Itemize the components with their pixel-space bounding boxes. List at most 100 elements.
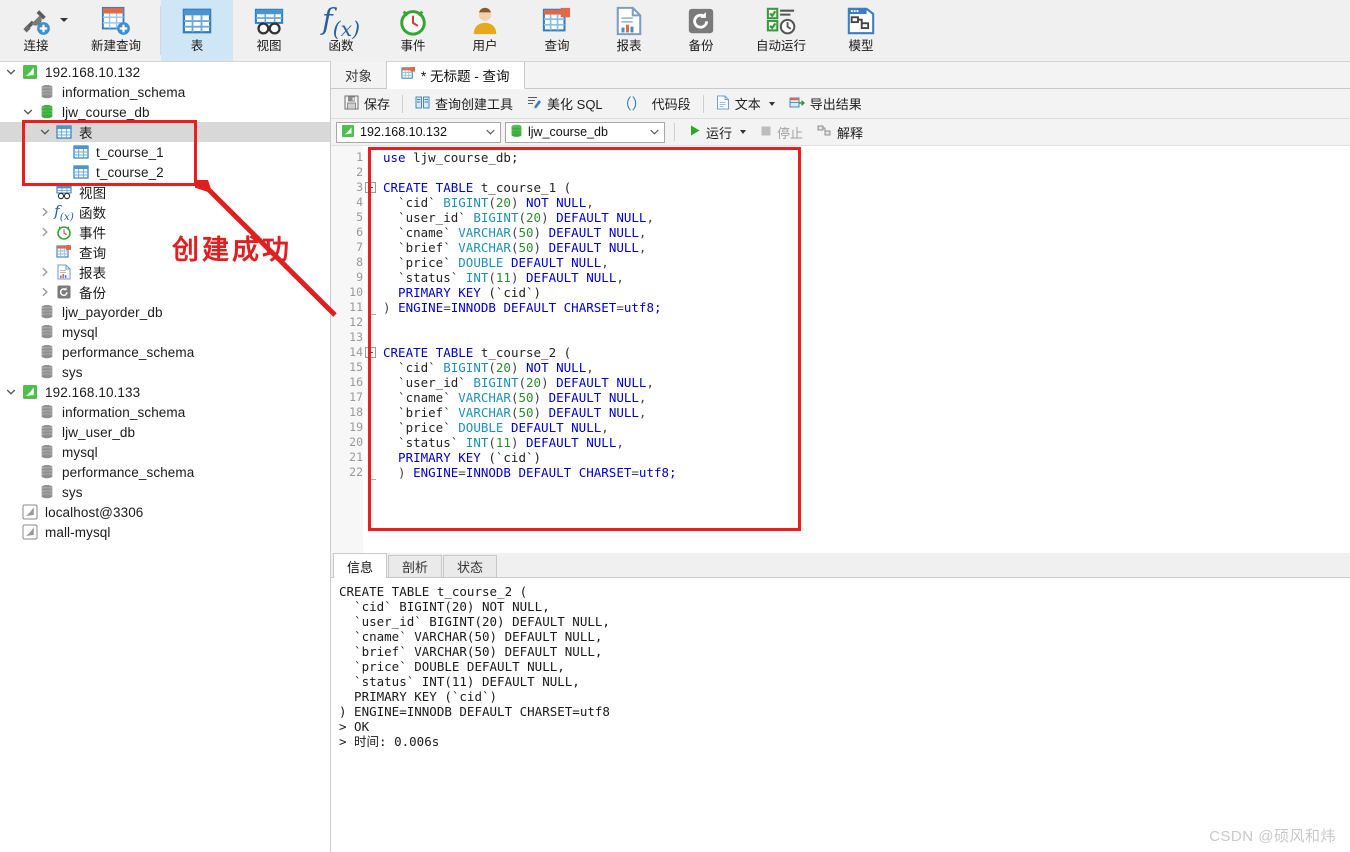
chevron-down-icon[interactable] (2, 62, 20, 82)
ribbon-button-connection-plug[interactable]: 连接 (0, 0, 72, 61)
tree-node-[interactable]: 事件 (0, 222, 330, 242)
tree-node-ljw_payorder_db[interactable]: ljw_payorder_db (0, 302, 330, 322)
ribbon-button-table[interactable]: 表 (161, 0, 233, 61)
sql-code-text[interactable]: use ljw_course_db; CREATE TABLE t_course… (379, 146, 1350, 553)
run-button[interactable]: 运行 (684, 121, 751, 143)
results-tab-1[interactable]: 剖析 (388, 555, 443, 577)
chevron-right-icon[interactable] (36, 282, 54, 302)
tree-node-192.168.10.133[interactable]: 192.168.10.133 (0, 382, 330, 402)
function-fx-icon: f(x) (54, 201, 74, 223)
ribbon-button-event-clock[interactable]: 事件 (377, 0, 449, 61)
tree-node-[interactable]: f(x) 函数 (0, 201, 330, 223)
fold-collapse-icon[interactable] (365, 347, 376, 358)
code-line: `user_id` BIGINT(20) DEFAULT NULL, (383, 375, 654, 390)
chevron-down-icon[interactable] (60, 18, 68, 22)
tree-node-[interactable]: 视图 (0, 182, 330, 202)
tree-node-performance_schema[interactable]: performance_schema (0, 342, 330, 362)
connection-tree-sidebar[interactable]: 192.168.10.132 information_schema ljw_cour… (0, 62, 331, 852)
stop-square-icon (760, 125, 772, 140)
tree-node-[interactable]: 表 (0, 122, 330, 142)
tree-node-[interactable]: 备份 (0, 282, 330, 302)
chevron-down-icon[interactable] (482, 129, 498, 135)
tree-node-ljw_user_db[interactable]: ljw_user_db (0, 422, 330, 442)
ribbon-button-new-query[interactable]: 新建查询 (72, 0, 160, 61)
parentheses-icon: （） (616, 96, 647, 113)
table-blue-icon (71, 142, 91, 162)
tree-node-[interactable]: 查询 (0, 242, 330, 262)
results-tab-2[interactable]: 状态 (443, 555, 498, 577)
ribbon-button-label: 连接 (23, 39, 49, 53)
ribbon-button-model[interactable]: 模型 (825, 0, 897, 61)
results-tabstrip[interactable]: 信息 剖析 状态 (331, 553, 1350, 578)
tree-node-localhost@3306[interactable]: localhost@3306 (0, 502, 330, 522)
tree-node-t_course_1[interactable]: t_course_1 (0, 142, 330, 162)
ribbon-button-view[interactable]: 视图 (233, 0, 305, 61)
chevron-down-icon-db[interactable] (646, 129, 662, 135)
event-clock-icon (54, 222, 74, 242)
toolbar-divider (402, 94, 404, 113)
connbar-divider (674, 123, 675, 141)
line-number: 15 (349, 360, 363, 374)
tree-node-[interactable]: 报表 (0, 262, 330, 282)
export-result-button[interactable]: 导出结果 (782, 92, 869, 116)
save-label: 保存 (364, 97, 391, 112)
tree-node-information_schema[interactable]: information_schema (0, 402, 330, 422)
tree-node-label: 报表 (79, 266, 107, 281)
connection-combo[interactable]: 192.168.10.132 (336, 121, 501, 143)
line-number: 19 (349, 420, 363, 434)
ribbon-button-query[interactable]: 查询 (521, 0, 593, 61)
tree-node-mall-mysql[interactable]: mall-mysql (0, 522, 330, 542)
chevron-right-icon[interactable] (36, 222, 54, 242)
connection-selector-bar[interactable]: 192.168.10.132 ljw_course_db 运行 停止 解释 (331, 119, 1350, 146)
query-toolbar[interactable]: 保存 查询创建工具 美化 SQL （） 代码段 文本 导出结果 (331, 89, 1350, 119)
line-number: 1 (356, 150, 363, 164)
tree-node-t_course_2[interactable]: t_course_2 (0, 162, 330, 182)
database-gray-icon (37, 402, 57, 422)
text-view-button[interactable]: 文本 (709, 92, 782, 116)
ribbon-button-user[interactable]: 用户 (449, 0, 521, 61)
tree-node-information_schema[interactable]: information_schema (0, 82, 330, 102)
chevron-right-icon[interactable] (36, 202, 54, 222)
ribbon-button-label: 表 (190, 39, 204, 53)
chevron-down-icon[interactable] (2, 382, 20, 402)
line-number-gutter: 1 2 3 4 5 6 7 8 9 10 11 12 13 14 15 16 17 18 19 20 21 22 (331, 146, 363, 553)
editor-tab-0[interactable]: 对象 (331, 61, 387, 88)
database-tree[interactable]: 192.168.10.132 information_schema ljw_cour… (0, 62, 330, 542)
editor-tabstrip[interactable]: 对象 * 无标题 - 查询 (331, 61, 1350, 89)
chevron-down-icon[interactable] (19, 102, 37, 122)
tree-node-sys[interactable]: sys (0, 482, 330, 502)
tree-node-mysql[interactable]: mysql (0, 442, 330, 462)
editor-tab-1[interactable]: * 无标题 - 查询 (387, 62, 525, 89)
beautify-sql-button[interactable]: 美化 SQL (520, 92, 610, 116)
snippet-button[interactable]: （） 代码段 (610, 92, 698, 116)
tree-node-192.168.10.132[interactable]: 192.168.10.132 (0, 62, 330, 82)
save-button[interactable]: 保存 (337, 92, 397, 116)
sql-editor[interactable]: 1 2 3 4 5 6 7 8 9 10 11 12 13 14 15 16 17 18 19 20 21 22 use … (331, 146, 1350, 553)
chevron-right-icon[interactable] (36, 262, 54, 282)
database-gray-icon (37, 482, 57, 502)
chevron-down-icon[interactable] (768, 101, 775, 106)
tree-node-sys[interactable]: sys (0, 362, 330, 382)
line-number: 9 (356, 270, 363, 284)
tree-node-label: ljw_course_db (62, 104, 150, 120)
ribbon-button-automation[interactable]: 自动运行 (737, 0, 825, 61)
fold-collapse-icon[interactable] (365, 182, 376, 193)
database-combo[interactable]: ljw_course_db (505, 121, 665, 143)
tree-node-mysql[interactable]: mysql (0, 322, 330, 342)
ribbon-button-backup[interactable]: 备份 (665, 0, 737, 61)
results-tab-0[interactable]: 信息 (333, 553, 388, 578)
code-fold-column[interactable] (363, 146, 379, 553)
chevron-down-icon-run[interactable] (740, 130, 747, 134)
tree-node-performance_schema[interactable]: performance_schema (0, 462, 330, 482)
ribbon-button-function-fx[interactable]: f(x) 函数 (305, 0, 377, 61)
explain-button[interactable]: 解释 (812, 121, 868, 143)
tree-node-ljw_course_db[interactable]: ljw_course_db (0, 102, 330, 122)
chevron-down-icon[interactable] (36, 122, 54, 142)
stop-label: 停止 (777, 125, 804, 141)
query-builder-button[interactable]: 查询创建工具 (408, 92, 520, 116)
ribbon-button-report[interactable]: 报表 (593, 0, 665, 61)
table-icon (182, 4, 212, 38)
